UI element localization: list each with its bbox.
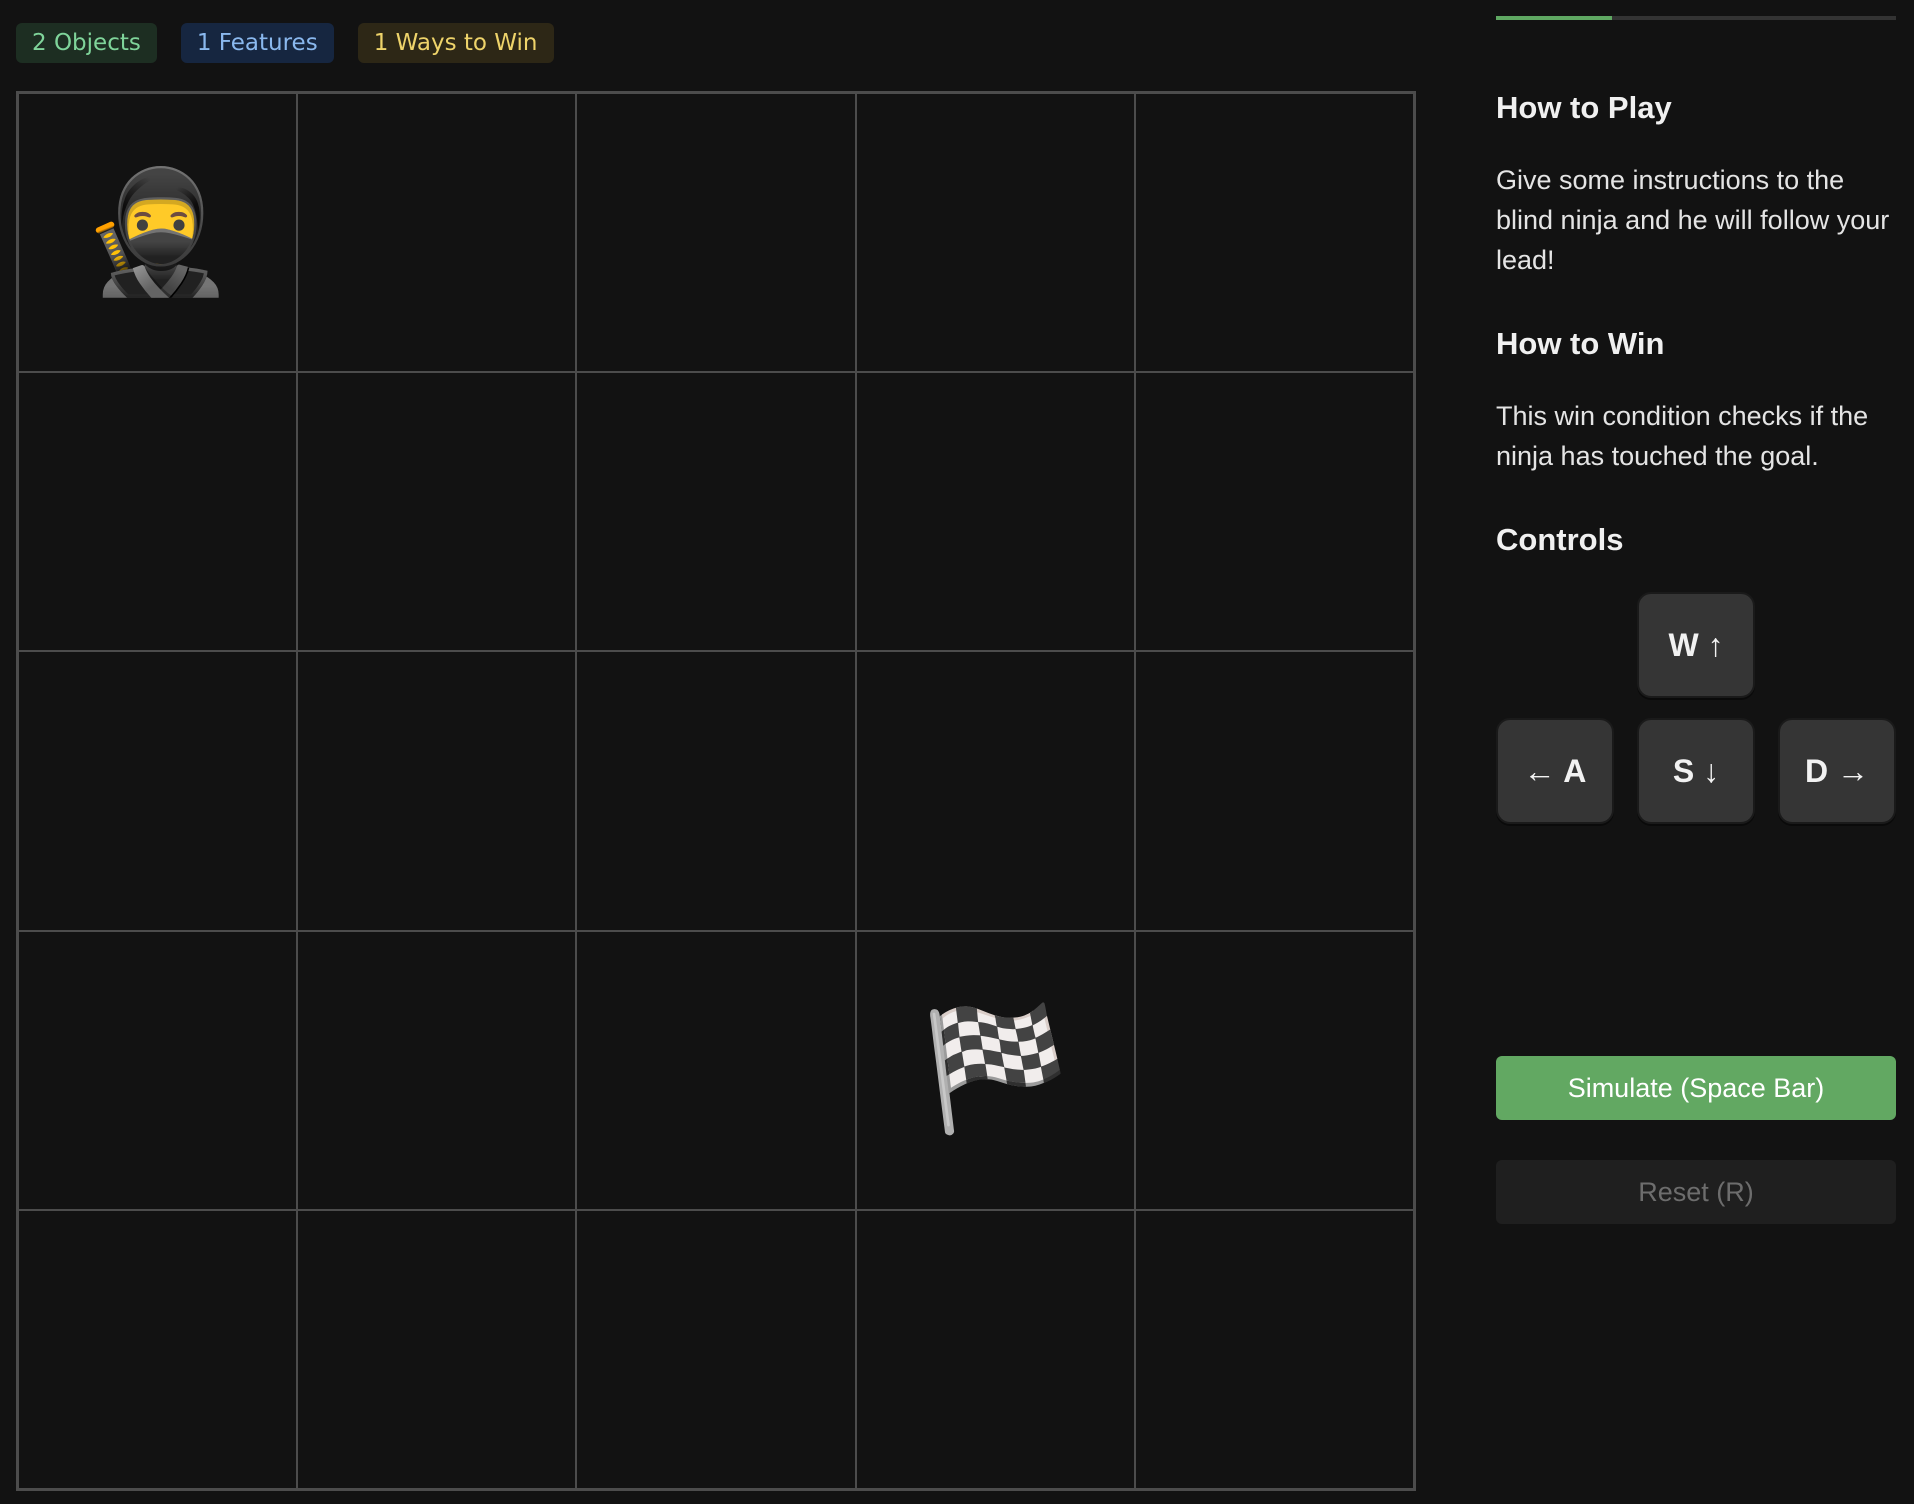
board-cell[interactable] [855, 651, 1135, 931]
board-cell[interactable] [1134, 1209, 1414, 1489]
how-to-win-text: This win condition checks if the ninja h… [1496, 401, 1869, 471]
key-right-d[interactable]: D → [1778, 718, 1896, 824]
board-cell[interactable] [576, 651, 856, 931]
board-cell[interactable]: 🥷 [18, 93, 298, 373]
features-badge: 1 Features [180, 23, 334, 63]
board-cell[interactable] [576, 1209, 856, 1489]
how-to-play-heading: How to Play [1496, 90, 1672, 125]
controls-keypad: W ↑ ← A S ↓ D → [1496, 592, 1896, 828]
game-screen: 2 Objects 1 Features 1 Ways to Win 🥷 🏁 Ho… [0, 0, 1914, 1504]
board-cell[interactable] [576, 372, 856, 652]
board-cell[interactable] [18, 651, 298, 931]
how-to-play-text: Give some instructions to the blind ninj… [1496, 165, 1890, 275]
board-cell[interactable] [297, 372, 577, 652]
board-cell[interactable] [18, 372, 298, 652]
board-cell[interactable] [297, 1209, 577, 1489]
ways-to-win-badge: 1 Ways to Win [357, 23, 554, 63]
stats-badges: 2 Objects 1 Features 1 Ways to Win [16, 23, 554, 63]
goal-flag-icon: 🏁 [920, 1000, 1070, 1140]
simulate-button[interactable]: Simulate (Space Bar) [1496, 1056, 1896, 1120]
board-cell[interactable] [1134, 372, 1414, 652]
progress-bar [1496, 16, 1896, 20]
board-cell[interactable] [1134, 93, 1414, 373]
key-up-w[interactable]: W ↑ [1637, 592, 1755, 698]
game-board[interactable]: 🥷 🏁 [16, 91, 1416, 1491]
ninja-icon: 🥷 [82, 162, 233, 302]
board-cell[interactable] [18, 1209, 298, 1489]
board-cell[interactable] [576, 93, 856, 373]
objects-badge: 2 Objects [16, 23, 157, 63]
board-cell[interactable]: 🏁 [855, 930, 1135, 1210]
board-cell[interactable] [297, 93, 577, 373]
controls-heading: Controls [1496, 522, 1624, 557]
how-to-win-heading: How to Win [1496, 326, 1665, 361]
board-cell[interactable] [1134, 651, 1414, 931]
board-cell[interactable] [855, 372, 1135, 652]
progress-bar-fill [1496, 16, 1612, 20]
board-cell[interactable] [1134, 930, 1414, 1210]
board-cell[interactable] [576, 930, 856, 1210]
reset-button[interactable]: Reset (R) [1496, 1160, 1896, 1224]
key-left-a[interactable]: ← A [1496, 718, 1614, 824]
board-cell[interactable] [297, 930, 577, 1210]
board-cell[interactable] [855, 1209, 1135, 1489]
key-down-s[interactable]: S ↓ [1637, 718, 1755, 824]
board-cell[interactable] [297, 651, 577, 931]
board-cell[interactable] [18, 930, 298, 1210]
board-cell[interactable] [855, 93, 1135, 373]
